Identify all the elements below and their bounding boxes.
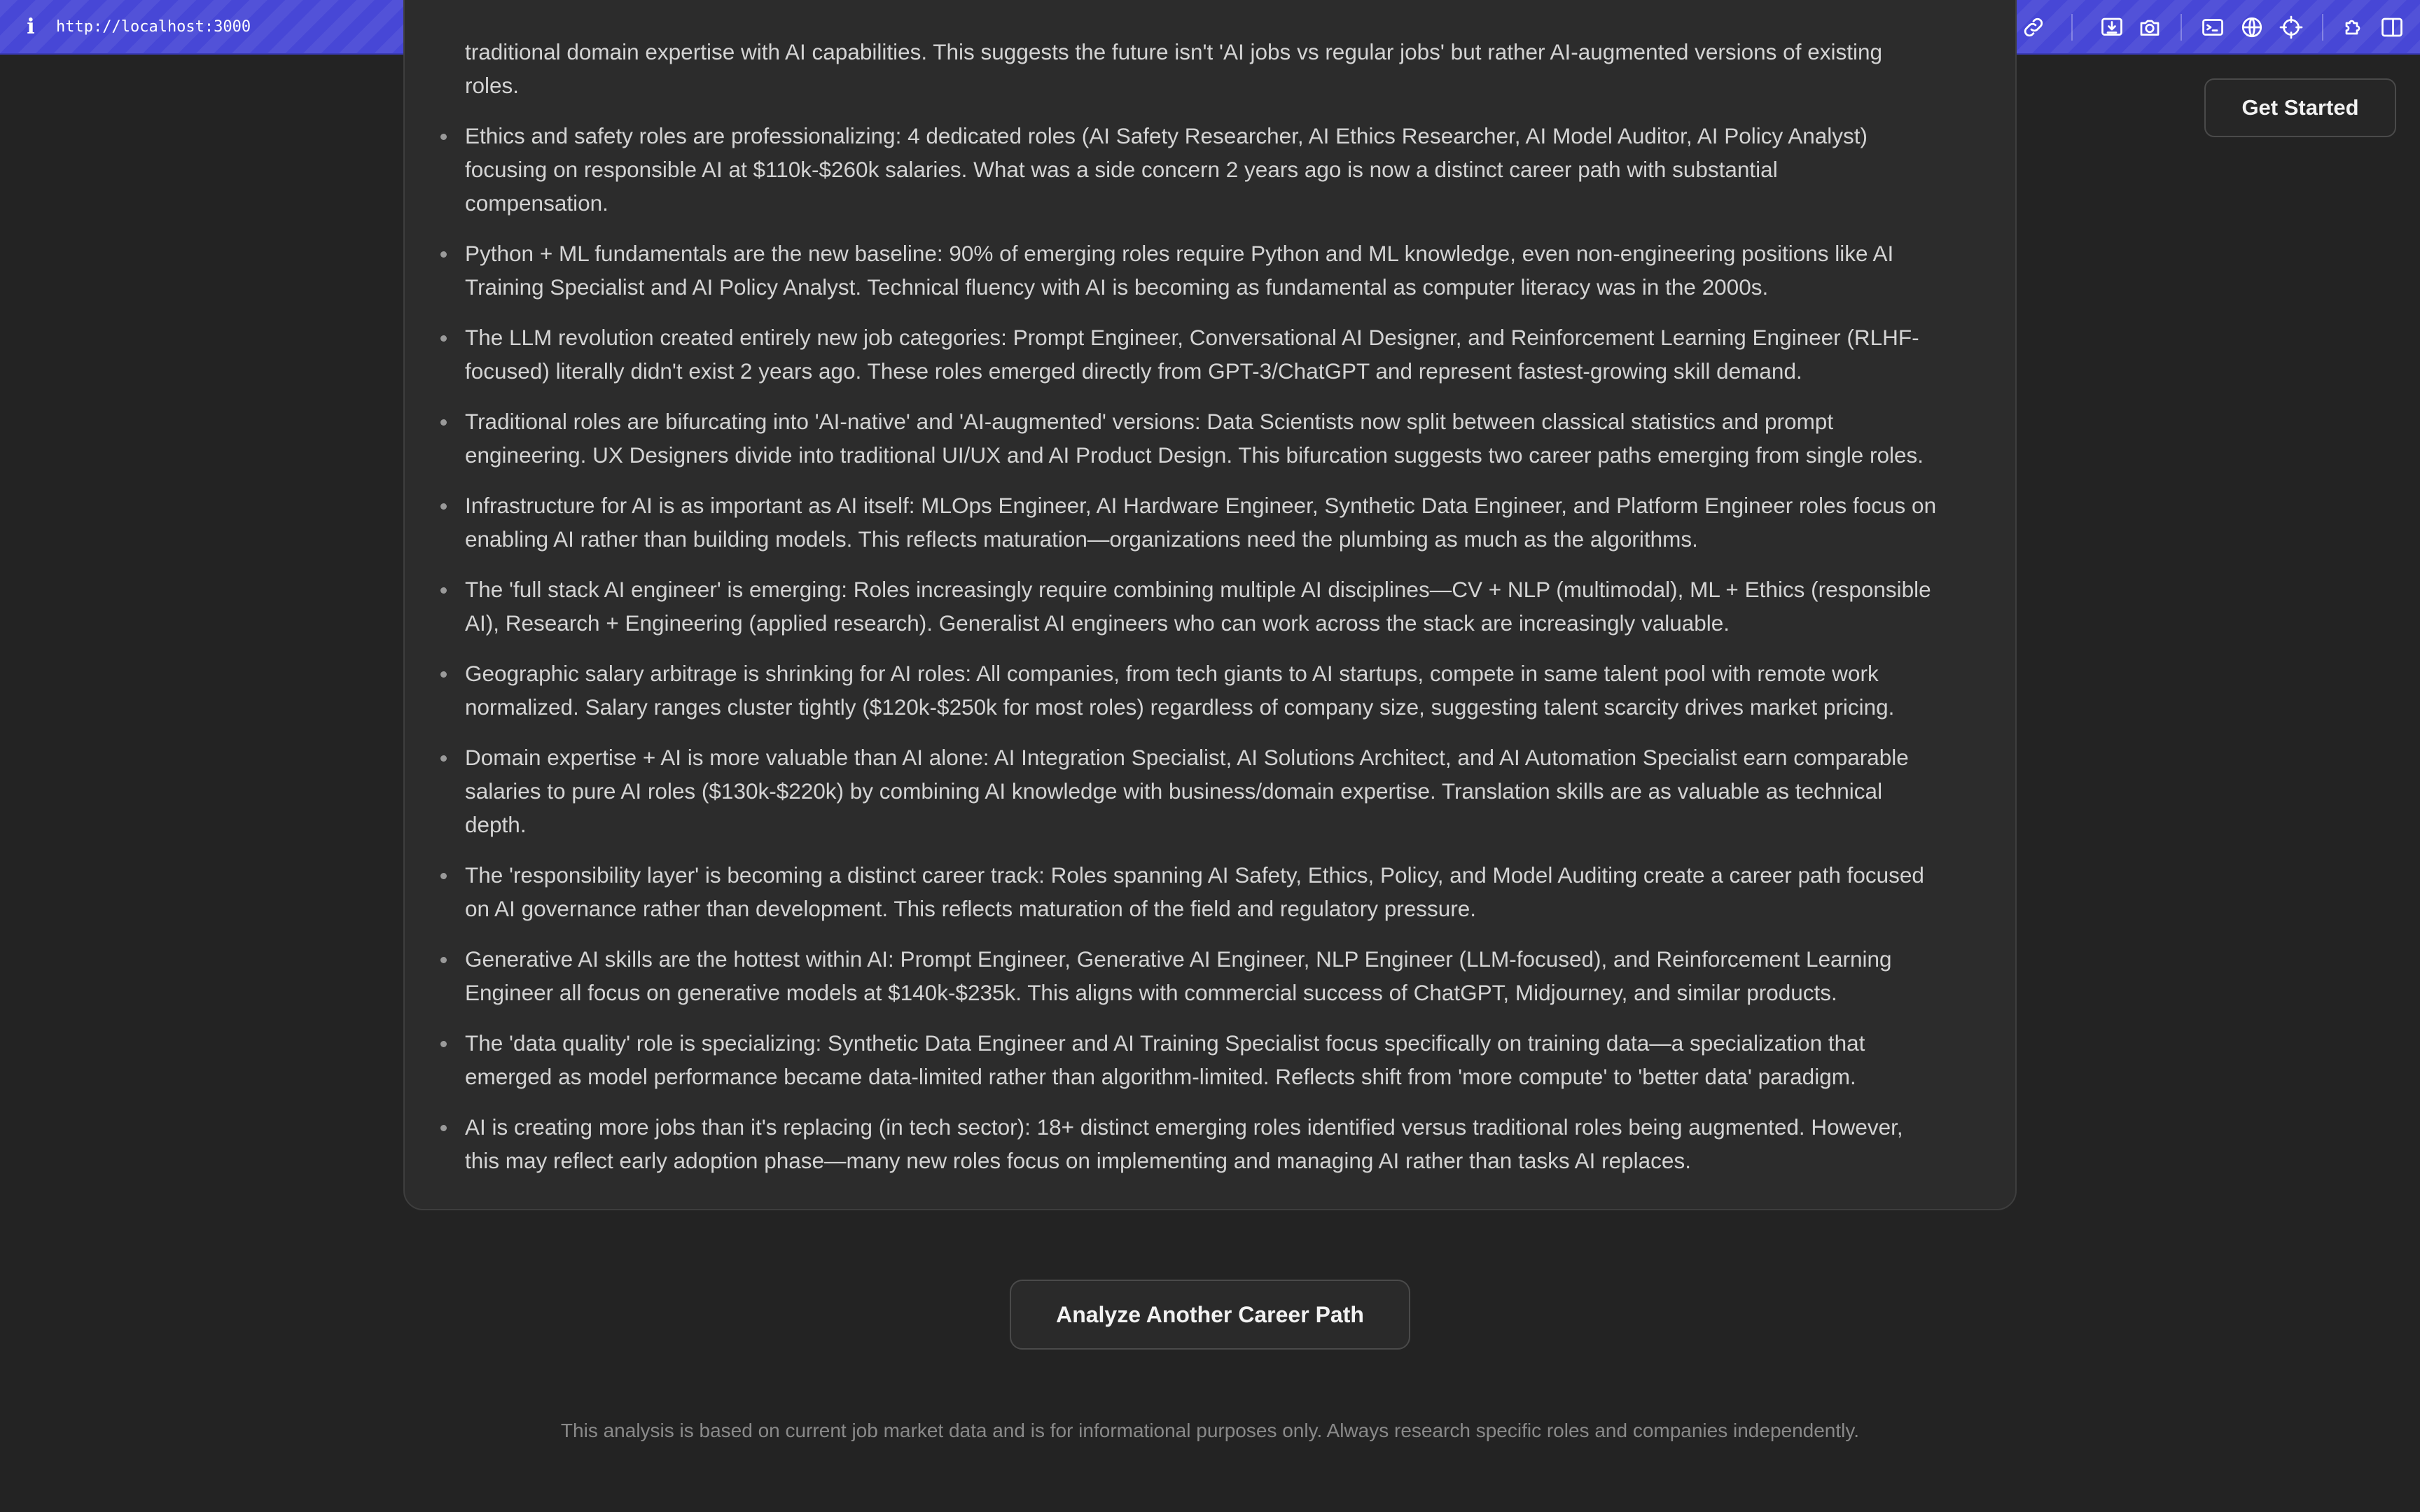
camera-icon[interactable] bbox=[2137, 15, 2162, 40]
get-started-button[interactable]: Get Started bbox=[2204, 78, 2396, 137]
info-icon[interactable]: i bbox=[24, 15, 38, 39]
terminal-icon[interactable] bbox=[2200, 15, 2225, 40]
crosshair-icon[interactable] bbox=[2279, 15, 2304, 40]
sidebar-icon[interactable] bbox=[2379, 15, 2405, 40]
toolbar-divider bbox=[2322, 14, 2323, 41]
url-display[interactable]: http://localhost:3000 bbox=[56, 17, 251, 38]
insights-card bbox=[403, 0, 2017, 1210]
link-icon[interactable] bbox=[2021, 15, 2046, 40]
toolbar-divider bbox=[2071, 14, 2073, 41]
extension-icon[interactable] bbox=[2340, 15, 2365, 40]
download-icon[interactable] bbox=[2099, 15, 2125, 40]
analyze-another-button[interactable]: Analyze Another Career Path bbox=[1010, 1280, 1410, 1350]
disclaimer-text: This analysis is based on current job ma… bbox=[560, 1420, 1860, 1441]
globe-icon[interactable] bbox=[2239, 15, 2265, 40]
toolbar-divider bbox=[2181, 14, 2182, 41]
